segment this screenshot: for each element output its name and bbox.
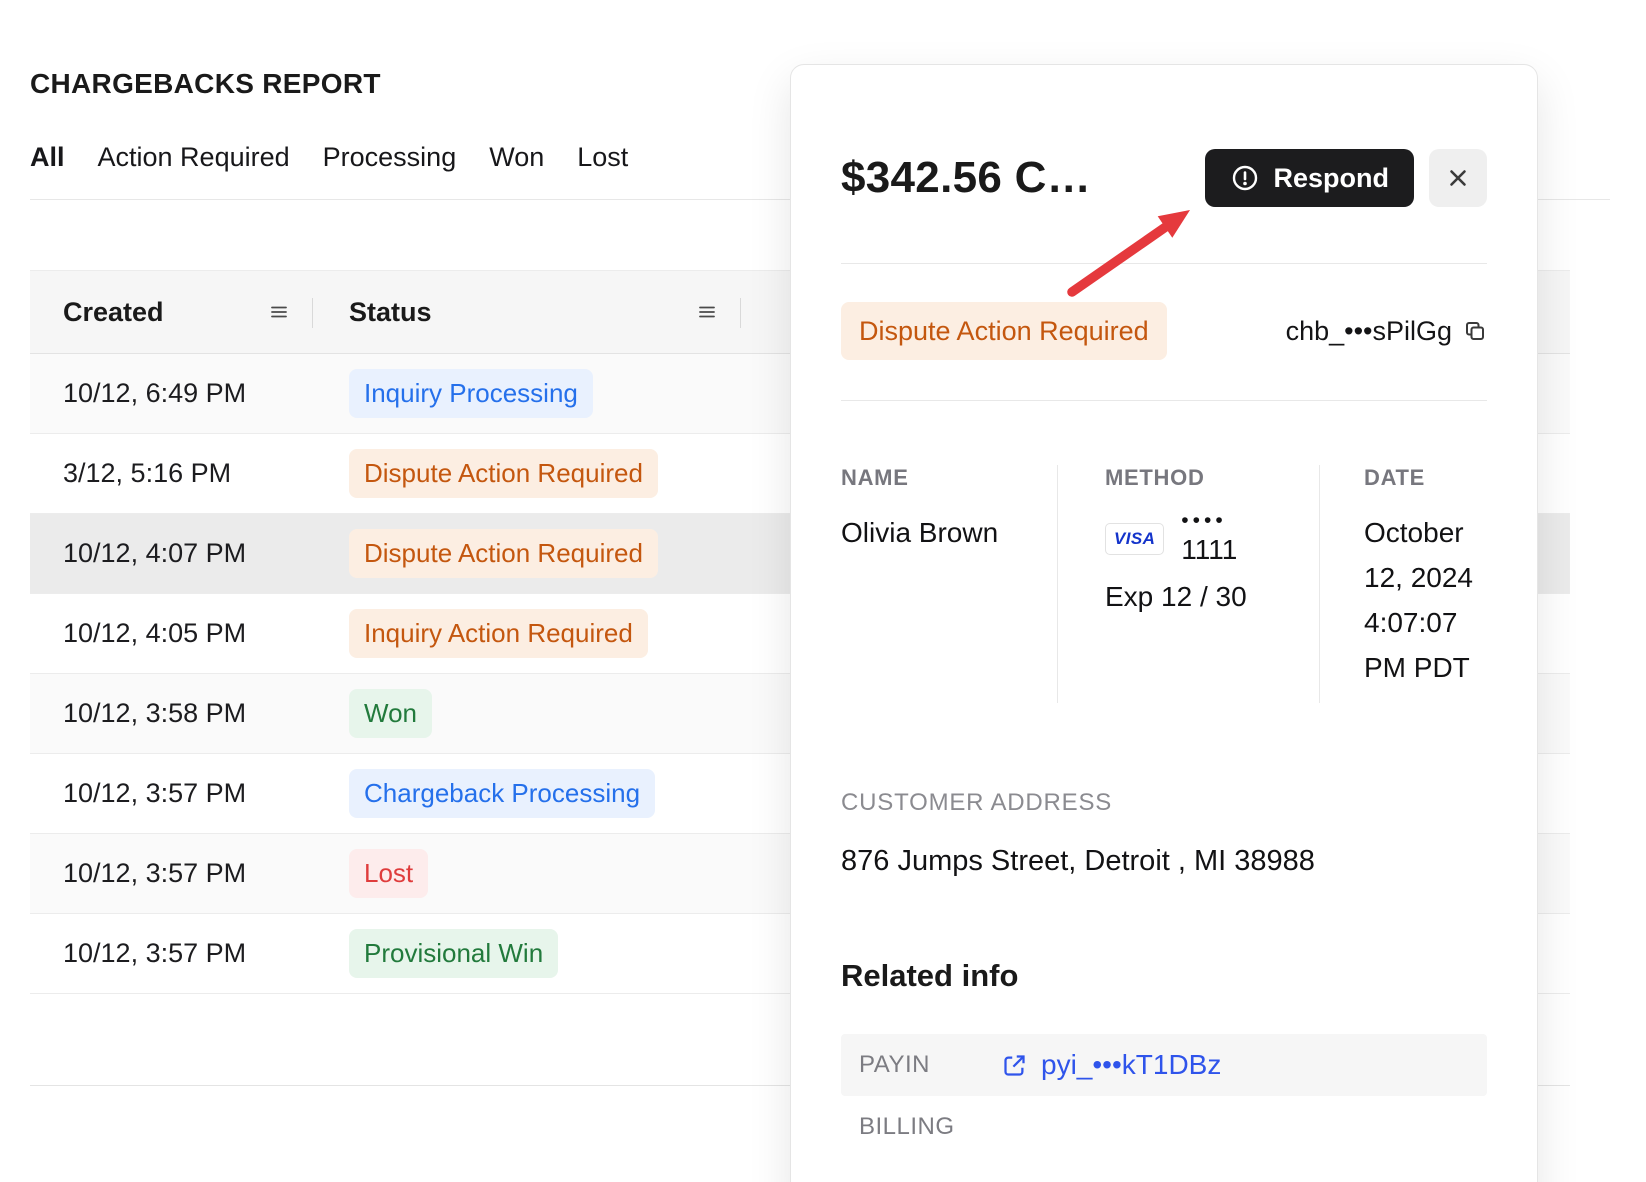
payin-id: pyi_•••kT1DBz (1041, 1049, 1222, 1081)
created-cell: 3/12, 5:16 PM (63, 458, 232, 488)
dispute-time: 4:07:07 PM PDT (1364, 606, 1470, 683)
status-cell: Lost (313, 848, 741, 899)
created-cell: 10/12, 6:49 PM (63, 378, 247, 408)
panel-divider (841, 263, 1487, 264)
status-badge: Inquiry Processing (349, 368, 593, 419)
status-badge: Inquiry Action Required (349, 608, 648, 659)
close-button[interactable] (1429, 149, 1487, 207)
tab-lost[interactable]: Lost (577, 142, 628, 173)
tab-all[interactable]: All (30, 142, 65, 173)
method-label: METHOD (1105, 465, 1205, 491)
created-cell: 10/12, 3:58 PM (63, 698, 247, 728)
status-badge: Dispute Action Required (349, 528, 658, 579)
column-header-created: Created (30, 271, 313, 353)
hamburger-icon (271, 306, 287, 318)
date-label: DATE (1364, 465, 1426, 491)
card-last4: 1111 (1181, 534, 1238, 566)
status-cell: Inquiry Processing (313, 368, 741, 419)
status-badge: Provisional Win (349, 928, 559, 979)
related-info-rows: PAYIN pyi_•••kT1DBz BILLING (841, 1034, 1487, 1158)
status-badge: Chargeback Processing (349, 768, 656, 819)
related-info-title: Related info (841, 958, 1019, 994)
dispute-status-badge: Dispute Action Required (841, 302, 1167, 361)
copy-icon (1466, 322, 1484, 341)
copy-id-button[interactable] (1463, 319, 1487, 343)
respond-button-label: Respond (1273, 162, 1389, 193)
tab-action-required[interactable]: Action Required (98, 142, 290, 173)
panel-title-amount: $342.56 C… (841, 153, 1092, 202)
date-column: DATE October 12, 2024 4:07:07 PM PDT (1319, 465, 1487, 704)
panel-header-actions: Respond (1205, 149, 1487, 207)
status-cell: Dispute Action Required (313, 448, 741, 499)
status-cell: Provisional Win (313, 928, 741, 979)
dispute-status-row: Dispute Action Required chb_•••sPilGg (841, 302, 1487, 361)
billing-label: BILLING (859, 1113, 955, 1141)
method-column: METHOD VISA •••• 1111 Exp 12 / 30 (1057, 465, 1319, 704)
created-cell: 10/12, 3:57 PM (63, 938, 247, 968)
alert-circle-icon (1233, 165, 1258, 191)
customer-name: Olivia Brown (841, 517, 999, 549)
status-column-label: Status (349, 296, 432, 327)
panel-divider (841, 400, 1487, 402)
customer-address-value: 876 Jumps Street, Detroit , MI 38988 (841, 845, 1315, 878)
card-number: •••• 1111 (1181, 509, 1237, 568)
created-column-label: Created (63, 296, 164, 327)
chargeback-details: NAME Olivia Brown METHOD VISA •••• 1111 … (841, 465, 1487, 704)
created-column-menu-icon[interactable] (269, 302, 289, 322)
created-cell: 10/12, 3:57 PM (63, 858, 247, 888)
related-row-billing: BILLING (841, 1096, 1487, 1158)
card-masked-dots: •••• (1181, 509, 1227, 533)
close-icon (1450, 170, 1466, 186)
status-cell: Inquiry Action Required (313, 608, 741, 659)
chargeback-detail-panel: $342.56 C… Respond Dispute Action Requir… (790, 64, 1538, 1182)
chargeback-id-group: chb_•••sPilGg (1286, 316, 1487, 347)
name-label: NAME (841, 465, 909, 491)
created-cell: 10/12, 4:07 PM (63, 538, 247, 568)
visa-logo: VISA (1105, 523, 1165, 556)
name-column: NAME Olivia Brown (841, 465, 1057, 703)
created-cell: 10/12, 4:05 PM (63, 618, 247, 648)
tab-processing[interactable]: Processing (323, 142, 457, 173)
related-row-payin: PAYIN pyi_•••kT1DBz (841, 1034, 1487, 1097)
card-expiry: Exp 12 / 30 (1105, 580, 1247, 612)
status-badge: Dispute Action Required (349, 448, 658, 499)
status-cell: Dispute Action Required (313, 528, 741, 579)
status-cell: Chargeback Processing (313, 768, 741, 819)
tab-won[interactable]: Won (489, 142, 544, 173)
respond-button[interactable]: Respond (1205, 149, 1414, 207)
status-cell: Won (313, 688, 741, 739)
external-link-icon (1004, 1055, 1025, 1076)
status-badge: Lost (349, 848, 429, 899)
status-column-menu-icon[interactable] (697, 302, 717, 322)
created-cell: 10/12, 3:57 PM (63, 778, 247, 808)
column-header-status: Status (313, 271, 741, 353)
chargeback-id: chb_•••sPilGg (1285, 315, 1452, 346)
customer-address-label: CUSTOMER ADDRESS (841, 789, 1113, 817)
card-row: VISA •••• 1111 (1105, 509, 1309, 568)
hamburger-icon (699, 306, 715, 318)
dispute-date: October 12, 2024 (1364, 517, 1473, 594)
payin-link[interactable]: pyi_•••kT1DBz (1001, 1049, 1221, 1081)
status-badge: Won (349, 688, 432, 739)
payin-label: PAYIN (859, 1051, 930, 1079)
panel-header: $342.56 C… Respond (841, 149, 1487, 207)
customer-address-block: CUSTOMER ADDRESS 876 Jumps Street, Detro… (841, 789, 1487, 878)
